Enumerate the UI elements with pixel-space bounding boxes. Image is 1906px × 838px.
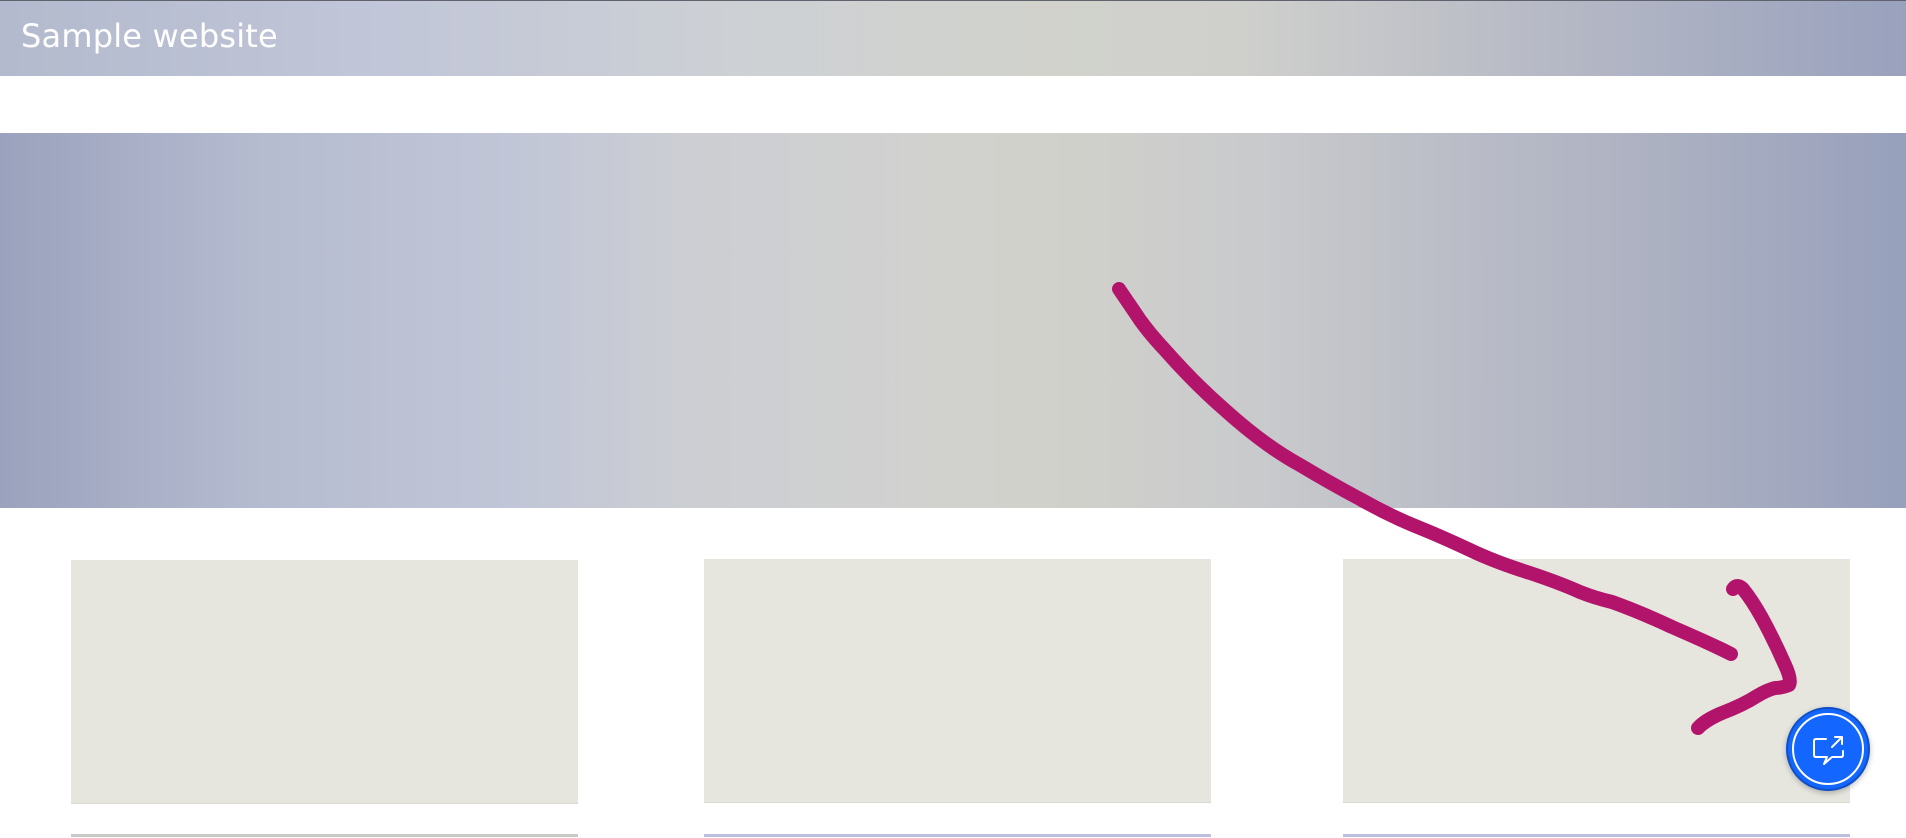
site-title[interactable]: Sample website [21, 17, 278, 55]
hero-banner [0, 133, 1906, 508]
content-card[interactable] [1343, 559, 1850, 803]
card-divider [1343, 834, 1850, 837]
content-card[interactable] [704, 559, 1211, 803]
chat-launcher-button[interactable] [1786, 707, 1870, 791]
chat-share-icon [1813, 736, 1844, 765]
card-divider [71, 834, 578, 837]
card-divider [704, 834, 1211, 837]
site-header: Sample website [0, 0, 1906, 76]
content-card[interactable] [71, 560, 578, 804]
page: Sample website [0, 0, 1906, 838]
